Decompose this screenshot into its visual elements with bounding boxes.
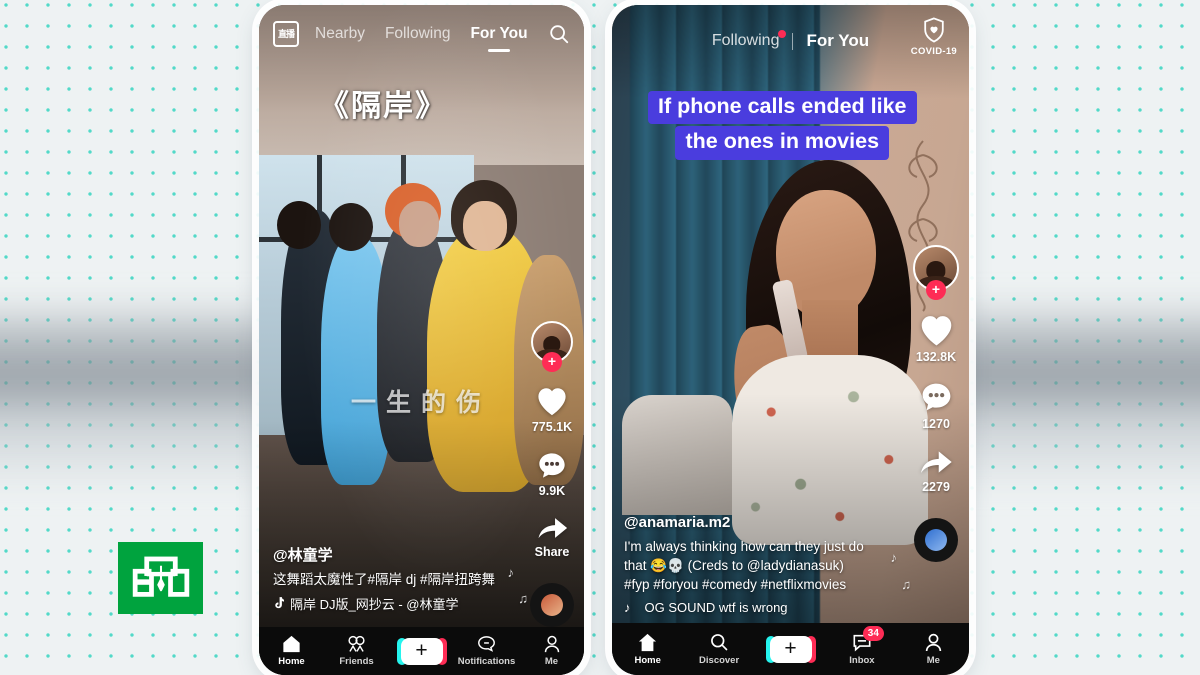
share-label: Share [534, 545, 570, 559]
left-phone-screen: 直播 Nearby Following For You 《隔岸》 一生的伤 + [259, 5, 584, 675]
song-title: OG SOUND wtf is wrong [644, 600, 788, 615]
music-disc[interactable] [530, 583, 574, 627]
like-button[interactable]: 775.1K [532, 385, 572, 434]
music-note-icon-2: ♫ [901, 577, 911, 592]
tab-following[interactable]: Following [385, 25, 450, 43]
tab-for-you[interactable]: For You [470, 25, 527, 43]
background-blur-band-left [0, 300, 290, 485]
follow-plus-badge[interactable]: + [926, 280, 946, 300]
nav-me[interactable]: Me [519, 635, 584, 667]
author-handle[interactable]: @anamaria.m2 [624, 514, 896, 531]
left-video-meta: @林童学 这舞蹈太魔性了#隔岸 dj #隔岸扭跨舞 隔岸 DJ版_网抄云 - @… [273, 544, 523, 613]
video-song[interactable]: 隔岸 DJ版_网抄云 - @林童学 [273, 594, 523, 613]
caption-line-2: the ones in movies [675, 126, 890, 160]
tab-nearby[interactable]: Nearby [315, 25, 365, 43]
video-description: 这舞蹈太魔性了#隔岸 dj #隔岸扭跨舞 [273, 571, 496, 587]
search-icon[interactable] [548, 23, 570, 45]
music-note-icon: ♪ [624, 600, 631, 615]
tab-separator [792, 32, 794, 50]
covid-info-button[interactable]: COVID-19 [911, 17, 957, 57]
shield-heart-icon [924, 17, 944, 43]
video-description-line-3: #fyp #foryou #comedy #netflixmovies [624, 576, 847, 592]
video-description-line-2: that 😂💀 (Creds to @ladydianasuk) [624, 557, 844, 573]
right-action-rail: + 132.8K 1270 2279 [913, 245, 959, 562]
caption-line-1: If phone calls ended like [648, 91, 917, 125]
tab-following-label: Following [711, 32, 780, 49]
create-icon[interactable]: + [765, 635, 816, 663]
comment-count: 1270 [922, 417, 950, 431]
tiktok-note-icon [275, 597, 284, 609]
right-bottom-nav: Home Discover + Inbox 34 Me [612, 623, 969, 675]
video-description-line-1: I'm always thinking how can they just do [624, 538, 864, 554]
left-action-rail: + 775.1K 9.9K Share [530, 321, 574, 627]
inbox-badge: 34 [862, 625, 884, 641]
friends-icon [348, 635, 365, 652]
like-button[interactable]: 132.8K [916, 313, 956, 364]
like-count: 775.1K [531, 420, 573, 434]
nav-create[interactable]: + [389, 637, 454, 665]
share-button[interactable]: Share [534, 514, 570, 559]
comment-count: 9.9K [538, 484, 566, 498]
nav-notifications-label: Notifications [457, 656, 516, 667]
left-bottom-nav: Home Friends + Notifications Me [259, 627, 584, 675]
ntv-logo [118, 542, 203, 614]
right-phone-screen: Following For You COVID-19 If phone call… [612, 5, 969, 675]
right-video-meta: @anamaria.m2 I'm always thinking how can… [624, 514, 896, 615]
create-plus: + [784, 636, 797, 660]
comment-button[interactable]: 9.9K [536, 450, 568, 498]
live-icon[interactable]: 直播 [273, 21, 299, 47]
author-handle[interactable]: @林童学 [273, 544, 523, 565]
music-disc[interactable] [914, 518, 958, 562]
share-count: 2279 [922, 480, 950, 494]
like-count: 132.8K [915, 350, 957, 364]
profile-icon [544, 635, 559, 653]
create-plus: + [415, 638, 428, 662]
phone-left: 直播 Nearby Following For You 《隔岸》 一生的伤 + [259, 5, 584, 675]
covid-label: COVID-19 [910, 46, 957, 57]
nav-friends[interactable]: Friends [324, 635, 389, 667]
nav-discover[interactable]: Discover [683, 632, 754, 666]
nav-me[interactable]: Me [898, 633, 969, 666]
left-video-lyric: 一生的伤 [351, 389, 492, 417]
create-icon[interactable]: + [396, 637, 447, 665]
video-song[interactable]: ♪ OG SOUND wtf is wrong [624, 600, 896, 615]
search-icon [711, 634, 728, 651]
avatar-follow-group[interactable]: + [531, 321, 573, 372]
notifications-icon [478, 636, 495, 652]
right-video-caption: If phone calls ended like the ones in mo… [648, 91, 917, 160]
song-title: 隔岸 DJ版_网抄云 - @林童学 [290, 597, 459, 612]
comment-button[interactable]: 1270 [919, 380, 954, 431]
nav-me-label: Me [926, 654, 940, 666]
nav-notifications[interactable]: Notifications [454, 635, 519, 667]
nav-inbox-label: Inbox [849, 654, 875, 666]
nav-friends-label: Friends [339, 656, 374, 667]
phone-right: Following For You COVID-19 If phone call… [612, 5, 969, 675]
screenshot-stage: 直播 Nearby Following For You 《隔岸》 一生的伤 + [0, 0, 1200, 675]
profile-icon [925, 633, 942, 651]
nav-create[interactable]: + [755, 635, 826, 663]
nav-me-label: Me [544, 656, 559, 667]
live-notification-dot [778, 30, 787, 38]
home-icon [639, 633, 657, 651]
nav-home-label: Home [278, 656, 305, 667]
left-top-bar: 直播 Nearby Following For You [259, 5, 584, 63]
nav-inbox[interactable]: Inbox 34 [826, 625, 897, 666]
home-icon [283, 635, 300, 653]
nav-home-label: Home [634, 654, 661, 666]
tab-following[interactable]: Following [711, 30, 787, 50]
share-button[interactable]: 2279 [918, 447, 954, 494]
tab-for-you[interactable]: For You [806, 31, 869, 51]
nav-home[interactable]: Home [612, 633, 683, 666]
follow-plus-badge[interactable]: + [542, 352, 562, 372]
left-video-title: 《隔岸》 [319, 90, 447, 123]
avatar-follow-group[interactable]: + [913, 245, 959, 300]
nav-discover-label: Discover [699, 655, 740, 666]
nav-home[interactable]: Home [259, 635, 324, 667]
